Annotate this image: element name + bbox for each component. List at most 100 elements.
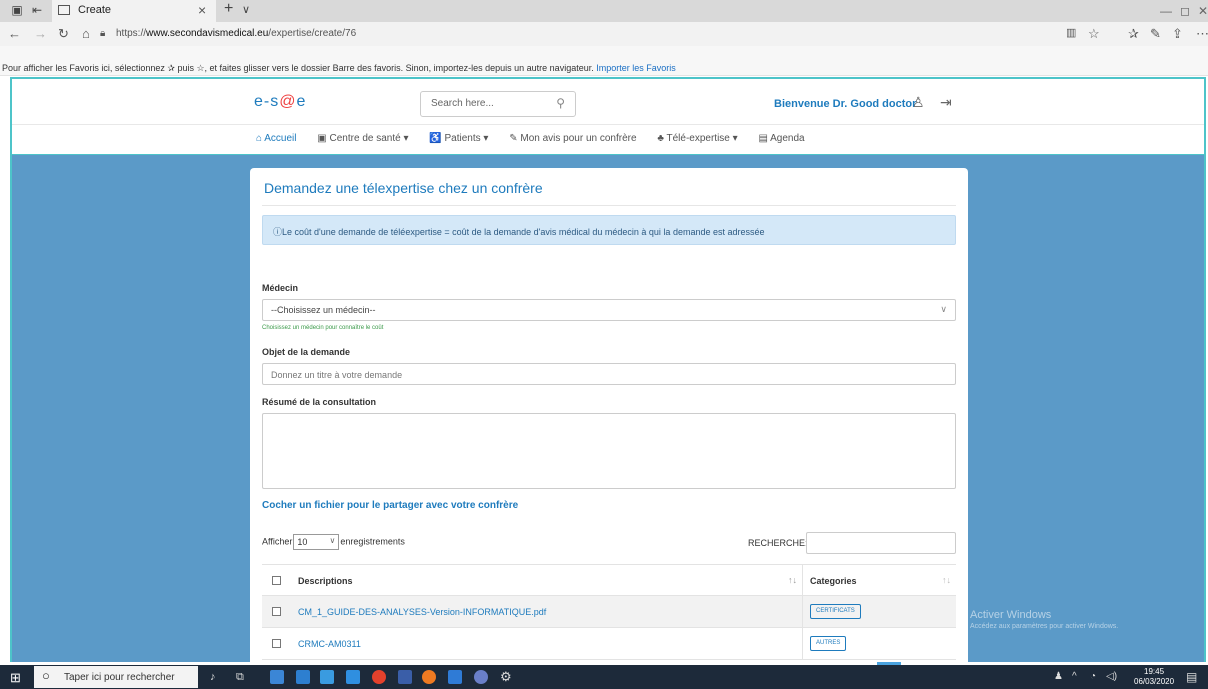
page-body: e-s@e Search here... ⚲ Bienvenue Dr. Goo… (10, 77, 1206, 664)
home-icon[interactable]: ⌂ (82, 26, 90, 41)
file-link[interactable]: CM_1_GUIDE-DES-ANALYSES-Version-INFORMAT… (298, 607, 546, 617)
category-badge: AUTRES (810, 636, 847, 651)
import-favorites-link[interactable]: Importer les Favoris (596, 63, 676, 73)
word-icon[interactable] (448, 670, 462, 684)
minimize-icon[interactable]: — (1160, 4, 1172, 18)
clock-date: 06/03/2020 (1134, 677, 1175, 686)
objet-label: Objet de la demande (262, 347, 351, 357)
refresh-icon[interactable]: ↻ (58, 26, 69, 42)
close-tab-icon[interactable]: × (198, 2, 206, 18)
task-view-icon[interactable]: ⧉ (236, 671, 244, 684)
favorites-bar: Pour afficher les Favoris ici, sélection… (0, 46, 1208, 76)
people-icon[interactable]: ♟ (1054, 671, 1063, 682)
forward-arrow-icon[interactable]: → (34, 26, 47, 41)
column-divider (802, 596, 803, 628)
nav-agenda[interactable]: ▤ Agenda (758, 133, 804, 144)
table-row: CM_1_GUIDE-DES-ANALYSES-Version-INFORMAT… (262, 596, 956, 628)
chrome-icon[interactable] (474, 670, 488, 684)
network-icon[interactable]: ◔ (1090, 671, 1096, 682)
column-header-categories[interactable]: Categories (810, 576, 857, 586)
watermark-title: Activer Windows (970, 609, 1052, 621)
taskbar-search-box[interactable]: ○ Taper ici pour rechercher (34, 666, 198, 688)
favorite-star-icon[interactable]: ☆ (1088, 26, 1100, 42)
nav-tele-expertise[interactable]: ♣ Télé-expertise ▾ (657, 133, 737, 144)
tab-actions-icon[interactable]: ▣ (10, 3, 24, 17)
new-tab-button[interactable]: + (224, 0, 233, 18)
maximize-icon[interactable]: ◻ (1180, 4, 1190, 18)
tab-title: Create (78, 4, 112, 16)
objet-input[interactable]: Donnez un titre à votre demande (262, 363, 956, 385)
reading-view-icon[interactable]: ▥ (1066, 26, 1076, 39)
address-bar: ← → ↻ ⌂ 🔒︎ https://www.secondavismedical… (0, 22, 1208, 46)
title-divider (262, 205, 956, 206)
column-header-descriptions[interactable]: Descriptions (298, 576, 353, 586)
site-header: e-s@e Search here... ⚲ Bienvenue Dr. Goo… (12, 79, 1204, 155)
set-aside-tabs-icon[interactable]: ⇤ (30, 3, 44, 17)
taskbar-clock[interactable]: 19:45 06/03/2020 (1134, 667, 1174, 687)
file-explorer-icon[interactable] (296, 670, 310, 684)
select-all-checkbox[interactable] (272, 576, 281, 585)
column-divider (802, 628, 803, 660)
welcome-text: Bienvenue Dr. Good doctor (774, 98, 917, 110)
nav-mon-avis[interactable]: ✎ Mon avis pour un confrère (509, 133, 636, 144)
share-file-heading[interactable]: Cocher un fichier pour le partager avec … (262, 500, 518, 511)
search-placeholder: Search here... (431, 98, 494, 109)
site-logo[interactable]: e-s@e (254, 93, 306, 111)
teleexpertise-form-card: Demandez une télexpertise chez un confrè… (250, 168, 968, 664)
url-field[interactable]: https://www.secondavismedical.eu/experti… (116, 28, 356, 39)
table-search-input[interactable] (806, 532, 956, 554)
page-title: Demandez une télexpertise chez un confrè… (264, 180, 543, 196)
chevron-down-icon: ∨ (940, 304, 947, 314)
settings-gear-icon[interactable]: ⚙ (500, 669, 512, 685)
objet-placeholder: Donnez un titre à votre demande (271, 370, 403, 380)
more-icon[interactable]: ⋯ (1196, 26, 1208, 42)
resume-label: Résumé de la consultation (262, 397, 377, 407)
volume-icon[interactable]: ◁) (1106, 671, 1117, 682)
table-search-label: RECHERCHE: (748, 538, 808, 548)
mail-icon[interactable] (346, 670, 360, 684)
nav-accueil[interactable]: ⌂ Accueil (256, 133, 297, 144)
store-icon[interactable] (320, 670, 334, 684)
microphone-icon[interactable]: ♪ (210, 671, 216, 683)
favorites-hub-icon[interactable]: ✰ (1128, 26, 1139, 42)
edge-browser-icon[interactable] (270, 670, 284, 684)
column-divider (802, 565, 803, 597)
windows-start-icon[interactable]: ⊞ (10, 670, 21, 686)
medecin-select[interactable]: --Choisissez un médecin-- ∨ (262, 299, 956, 321)
url-domain: www.secondavismedical.eu (146, 28, 269, 39)
favorites-hint-text: Pour afficher les Favoris ici, sélection… (2, 63, 594, 73)
facebook-icon[interactable] (398, 670, 412, 684)
file-link[interactable]: CRMC-AM0311 (298, 639, 361, 649)
row-checkbox[interactable] (272, 607, 281, 616)
logout-icon[interactable]: ⇥ (940, 94, 952, 111)
tab-list-chevron-icon[interactable]: ∨ (242, 3, 250, 16)
opera-icon[interactable] (372, 670, 386, 684)
sort-icon[interactable]: ↑↓ (942, 575, 951, 585)
page-length-control: Afficher 10 ∨ enregistrements (262, 534, 405, 550)
chevron-down-icon: ∨ (329, 536, 336, 545)
browser-tab[interactable]: Create × (52, 0, 216, 22)
share-icon[interactable]: ⇪ (1172, 26, 1183, 42)
medecin-label: Médecin (262, 283, 299, 293)
taskbar-search-placeholder: Taper ici pour rechercher (64, 672, 175, 683)
files-table: Descriptions ↑↓ Categories ↑↓ CM_1_GUIDE… (262, 564, 956, 660)
user-profile-icon[interactable]: ♙ (912, 94, 925, 111)
nav-centre-de-sante[interactable]: ▣ Centre de santé ▾ (317, 133, 408, 144)
firefox-icon[interactable] (422, 670, 436, 684)
page-length-select[interactable]: 10 ∨ (293, 534, 340, 550)
row-checkbox[interactable] (272, 639, 281, 648)
close-window-icon[interactable]: ✕ (1198, 4, 1208, 18)
action-center-icon[interactable]: ▤ (1186, 670, 1197, 684)
resume-textarea[interactable] (262, 413, 956, 489)
browser-tab-bar: ▣ ⇤ Create × + ∨ — ◻ ✕ (0, 0, 1208, 22)
sort-icon[interactable]: ↑↓ (788, 575, 797, 585)
back-arrow-icon[interactable]: ← (8, 26, 21, 41)
site-search-input[interactable]: Search here... ⚲ (420, 91, 576, 117)
cost-info-alert: ⓘLe coût d'une demande de téléexpertise … (262, 215, 956, 245)
show-hidden-icons-chevron-icon[interactable]: ^ (1072, 671, 1077, 682)
search-icon[interactable]: ⚲ (556, 96, 565, 110)
page-length-value: 10 (297, 537, 308, 547)
logo-part2: @ (279, 93, 297, 110)
nav-patients[interactable]: ♿ Patients ▾ (429, 133, 488, 144)
notes-icon[interactable]: ✎ (1150, 26, 1161, 42)
